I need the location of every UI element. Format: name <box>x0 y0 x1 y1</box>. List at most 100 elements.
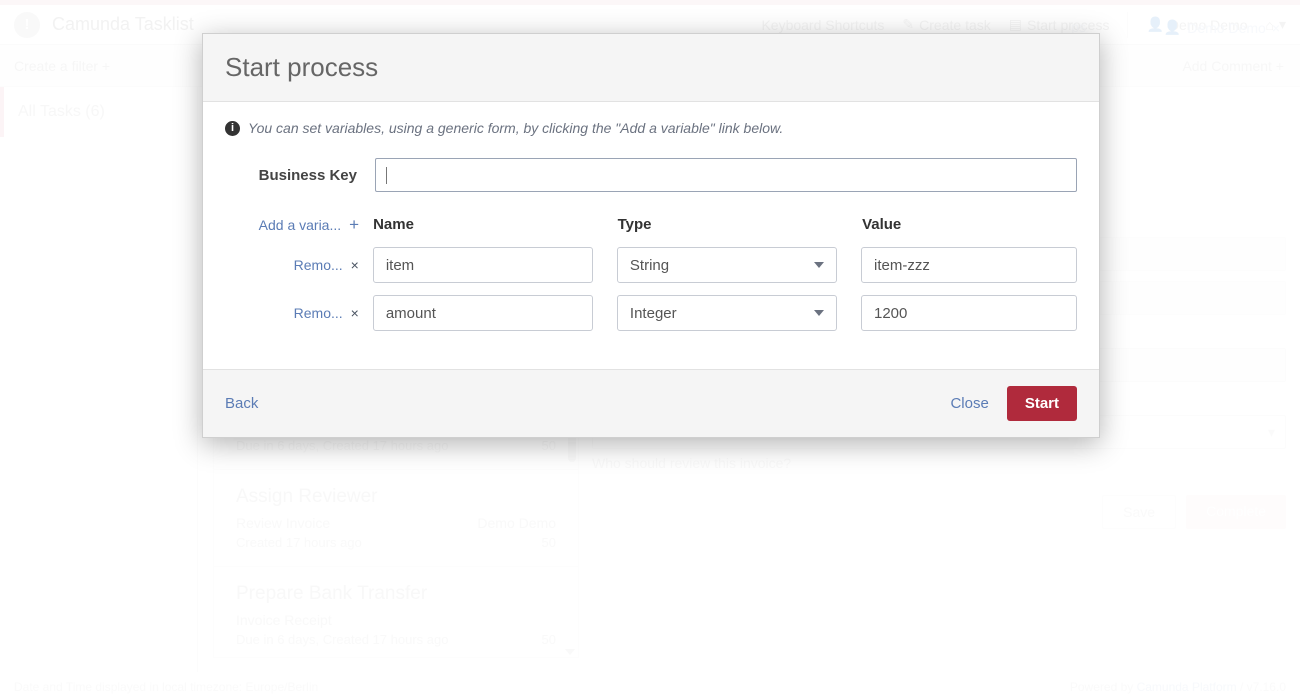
task-meta-left: Due in 6 days, Created 17 hours ago <box>236 632 449 647</box>
timezone-text: Date and Time displayed in local timezon… <box>14 680 319 694</box>
column-header-type: Type <box>617 216 652 233</box>
add-variable-button[interactable]: Add a varia... + <box>225 216 373 233</box>
start-button[interactable]: Start <box>1006 386 1077 421</box>
variable-type-value: String <box>629 256 670 274</box>
task-subtitle-row: Invoice Receipt <box>236 612 556 628</box>
add-comment-button[interactable]: Add Comment + <box>1182 58 1300 74</box>
variable-value-cell: item-zzz <box>861 247 1077 283</box>
detail-actions: Save Complete <box>592 495 1286 529</box>
assignee-chip-label: Demo Demo <box>1187 19 1266 36</box>
app-root: ! Camunda Tasklist Keyboard Shortcuts ✎ … <box>0 0 1300 700</box>
task-subtitle: Invoice Receipt <box>236 612 332 628</box>
nav-user-menu[interactable]: 👤 Demo Demo <box>1146 16 1247 33</box>
top-accent-strip <box>0 0 1300 5</box>
modal-info-text: You can set variables, using a generic f… <box>248 120 784 136</box>
info-icon: i <box>225 120 240 136</box>
close-icon: × <box>350 257 359 273</box>
camunda-logo-icon: ! <box>14 11 40 38</box>
variable-value-input[interactable]: 1200 <box>861 295 1077 331</box>
variables-header-row: Add a varia... + Name Type Value <box>225 216 1077 233</box>
nav-create-task-label: Create task <box>919 16 991 33</box>
task-meta: Due in 6 days, Created 17 hours ago 50 <box>236 632 556 647</box>
variable-value-input[interactable]: item-zzz <box>861 247 1077 283</box>
chevron-down-icon: ▾ <box>1278 16 1286 32</box>
task-list-item[interactable]: Prepare Bank Transfer Invoice Receipt Du… <box>214 567 578 657</box>
chevron-down-icon: ▾ <box>1267 423 1275 440</box>
brand-title: Camunda Tasklist <box>52 14 194 34</box>
task-assignee: Demo Demo <box>477 515 556 531</box>
variable-row: Remo... × amount Integer 1200 <box>225 295 1077 331</box>
variable-type-cell: String <box>616 247 861 283</box>
assignee-chip[interactable]: 👤 Demo Demo × <box>1164 19 1280 36</box>
nav-home-menu[interactable]: ⌂ ▾ <box>1266 16 1287 33</box>
navbar-divider <box>1127 11 1129 38</box>
remove-variable-label: Remo... <box>293 305 343 321</box>
modal-body: i You can set variables, using a generic… <box>203 102 1099 369</box>
complete-button[interactable]: Complete <box>1186 495 1286 529</box>
business-key-row: Business Key <box>225 158 1077 192</box>
chevron-down-icon <box>813 310 824 316</box>
remove-variable-button[interactable]: Remo... × <box>225 305 373 321</box>
create-filter-button[interactable]: Create a filter + <box>0 58 110 74</box>
variable-name-input[interactable]: amount <box>372 295 593 331</box>
text-cursor <box>386 166 387 184</box>
sidebar-item-all-tasks-label: All Tasks (6) <box>18 103 105 120</box>
scroll-down-caret-icon[interactable] <box>565 649 575 655</box>
modal-header: Start process <box>203 34 1099 102</box>
reviewer-help-text: Who should review this invoice? <box>592 455 792 471</box>
variable-type-value: Integer <box>629 304 677 322</box>
task-title: Assign Reviewer <box>236 486 378 507</box>
close-icon[interactable]: × <box>1272 20 1280 36</box>
modal-footer: Back Close Start <box>203 369 1099 437</box>
sidebar-item-all-tasks[interactable]: All Tasks (6) <box>0 87 197 137</box>
remove-variable-label: Remo... <box>293 257 343 273</box>
modal-title: Start process <box>225 52 379 82</box>
brand[interactable]: ! Camunda Tasklist <box>0 11 194 38</box>
column-header-value: Value <box>862 216 902 233</box>
column-header-name: Name <box>373 216 414 233</box>
task-meta-left: Due in 6 days, Created 17 hours ago <box>236 438 449 453</box>
task-meta: Due in 6 days, Created 17 hours ago 50 <box>236 438 556 453</box>
plus-icon: + <box>349 216 360 233</box>
variable-name-cell: amount <box>372 295 617 331</box>
business-key-input[interactable] <box>375 158 1077 192</box>
variable-type-select[interactable]: String <box>616 247 837 283</box>
task-meta-right: 50 <box>541 535 556 550</box>
nav-start-process[interactable]: ▤ Start process <box>1009 16 1110 33</box>
task-meta-right: 50 <box>541 632 556 647</box>
task-subtitle-row: Review Invoice Demo Demo <box>236 515 556 531</box>
powered-by-version: / v7.16.0 <box>1236 680 1286 694</box>
user-icon: 👤 <box>1146 16 1164 32</box>
process-icon: ▤ <box>1008 16 1022 32</box>
modal-info-message: i You can set variables, using a generic… <box>225 120 1077 136</box>
variable-type-select[interactable]: Integer <box>616 295 837 331</box>
close-button[interactable]: Close <box>950 395 988 412</box>
modal-footer-actions: Close Start <box>950 386 1077 421</box>
back-button[interactable]: Back <box>225 395 258 412</box>
remove-variable-button[interactable]: Remo... × <box>225 257 373 273</box>
nav-keyboard-shortcuts-label: Keyboard Shortcuts <box>761 16 885 33</box>
pencil-icon: ✎ <box>902 16 915 32</box>
variable-name-input[interactable]: item <box>372 247 593 283</box>
business-key-label: Business Key <box>258 166 357 184</box>
variable-row: Remo... × item String item-zzz <box>225 247 1077 283</box>
user-icon: 👤 <box>1163 19 1182 35</box>
add-variable-label: Add a varia... <box>258 216 342 233</box>
chevron-down-icon <box>813 262 824 268</box>
task-meta-right: 50 <box>541 438 556 453</box>
nav-keyboard-shortcuts[interactable]: Keyboard Shortcuts <box>761 17 884 33</box>
nav-start-process-label: Start process <box>1026 16 1110 33</box>
variable-value-cell: 1200 <box>861 295 1077 331</box>
save-button[interactable]: Save <box>1102 495 1177 529</box>
nav-user-label: Demo Demo <box>1168 16 1248 33</box>
task-list-item[interactable]: Assign Reviewer Review Invoice Demo Demo… <box>214 470 578 567</box>
variable-name-cell: item <box>372 247 617 283</box>
variable-type-cell: Integer <box>616 295 861 331</box>
close-icon: × <box>350 305 359 321</box>
start-process-modal: Start process i You can set variables, u… <box>202 33 1100 438</box>
camunda-platform-link[interactable]: Camunda Platform <box>1137 680 1237 694</box>
nav-create-task[interactable]: ✎ Create task <box>902 16 990 33</box>
task-title: Prepare Bank Transfer <box>236 583 428 604</box>
task-meta: Created 17 hours ago 50 <box>236 535 556 550</box>
powered-by: Powered by Camunda Platform / v7.16.0 <box>1070 680 1286 694</box>
